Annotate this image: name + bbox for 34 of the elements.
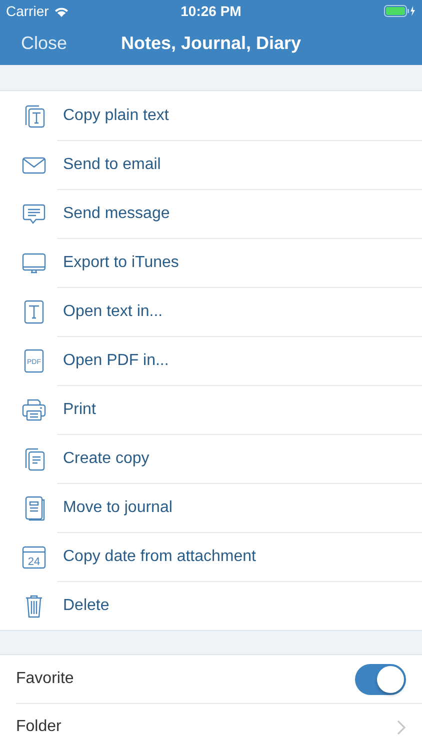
action-item[interactable]: Open text in... xyxy=(0,287,422,336)
action-item[interactable]: 24 Copy date from attachment xyxy=(0,532,422,581)
action-item[interactable]: Send message xyxy=(0,189,422,238)
print-icon xyxy=(21,396,47,422)
battery-icon xyxy=(384,5,416,17)
action-label: Delete xyxy=(63,596,110,614)
action-label: Open PDF in... xyxy=(63,352,169,370)
action-item[interactable]: Copy plain text xyxy=(0,91,422,140)
action-label: Copy plain text xyxy=(63,106,169,124)
action-item[interactable]: Send to email xyxy=(0,140,422,189)
action-label: Export to iTunes xyxy=(63,254,179,272)
nav-title: Notes, Journal, Diary xyxy=(120,33,302,54)
action-label: Open text in... xyxy=(63,302,163,320)
status-time: 10:26 PM xyxy=(180,3,242,19)
action-item[interactable]: Create copy xyxy=(0,434,422,483)
carrier-label: Carrier xyxy=(6,3,49,19)
action-label: Move to journal xyxy=(63,498,172,516)
favorite-toggle[interactable] xyxy=(355,664,406,694)
wifi-icon xyxy=(54,6,69,16)
chevron-icon xyxy=(397,720,406,734)
action-item[interactable]: Move to journal xyxy=(0,483,422,532)
calendar-icon: 24 xyxy=(21,544,47,570)
action-label: Send to email xyxy=(63,156,161,174)
action-label: Print xyxy=(63,400,96,418)
action-label: Send message xyxy=(63,204,170,222)
action-label: Copy date from attachment xyxy=(63,548,256,566)
action-item[interactable]: Export to iTunes xyxy=(0,238,422,287)
settings-label: Favorite xyxy=(16,670,74,688)
action-item[interactable]: Delete xyxy=(0,581,422,630)
settings-row[interactable]: Favorite xyxy=(0,655,422,703)
settings-label: Folder xyxy=(16,718,62,736)
settings-row[interactable]: Folder xyxy=(0,703,422,750)
action-label: Create copy xyxy=(63,450,150,468)
action-item[interactable]: Print xyxy=(0,385,422,434)
